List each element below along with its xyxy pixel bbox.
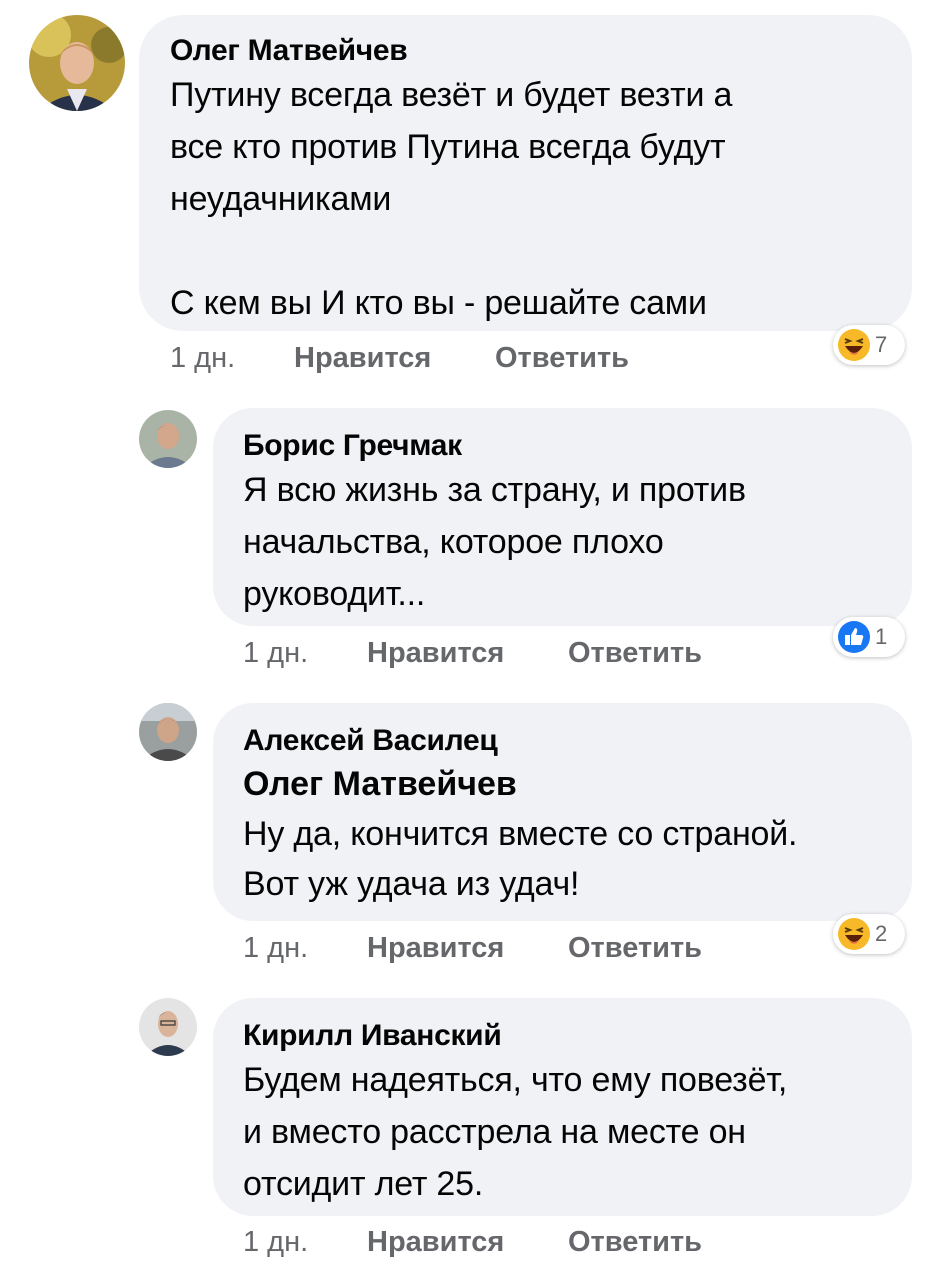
like-button[interactable]: Нравится [367,928,504,968]
comment-author[interactable]: Кирилл Иванский [243,1018,912,1054]
reply-button[interactable]: Ответить [568,1222,702,1262]
comment-author[interactable]: Алексей Василец [243,723,912,759]
haha-emoji-icon [838,329,870,361]
comment-text: Я всю жизнь за страну, и против начальст… [243,471,746,613]
reaction-badge[interactable]: 7 [833,325,905,365]
comment-actions: 1 дн. Нравится Ответить [243,633,803,673]
comment-text: Будем надеяться, что ему повезёт, и вмес… [243,1061,788,1203]
like-button[interactable]: Нравится [367,1222,504,1262]
avatar-photo-icon [139,410,197,468]
comment-time[interactable]: 1 дн. [243,1222,308,1262]
avatar-photo-icon [29,15,125,111]
comment-bubble: Кирилл Иванский Будем надеяться, что ему… [213,998,912,1216]
comment-author[interactable]: Олег Матвейчев [170,33,912,69]
avatar[interactable] [139,998,197,1056]
comment-actions: 1 дн. Нравится Ответить [243,928,803,968]
comment-bubble: Борис Гречмак Я всю жизнь за страну, и п… [213,408,912,626]
comment-bubble: Олег Матвейчев Путину всегда везёт и буд… [139,15,912,331]
comment-author[interactable]: Борис Гречмак [243,428,912,464]
comment-time[interactable]: 1 дн. [243,928,308,968]
reaction-count: 7 [875,332,888,357]
avatar[interactable] [139,410,197,468]
reaction-badge[interactable]: 2 [833,914,905,954]
comment-bubble: Алексей Василец Олег Матвейчев Ну да, ко… [213,703,912,921]
like-thumb-icon [838,621,870,653]
mention-tag[interactable]: Олег Матвейчев [243,759,912,809]
reply-button[interactable]: Ответить [568,633,702,673]
avatar-photo-icon [139,998,197,1056]
reaction-badge[interactable]: 1 [833,617,905,657]
comment-actions: 1 дн. Нравится Ответить [243,1222,803,1262]
reply-button[interactable]: Ответить [495,338,629,378]
like-button[interactable]: Нравится [367,633,504,673]
comment-text: Ну да, кончится вместе со страной. Вот у… [243,815,798,903]
avatar[interactable] [139,703,197,761]
comment-text: Путину всегда везёт и будет везти а все … [170,76,733,322]
reaction-count: 2 [875,921,888,946]
reaction-count: 1 [875,624,888,649]
haha-emoji-icon [838,918,870,950]
comment-time[interactable]: 1 дн. [170,338,235,378]
avatar[interactable] [29,15,125,111]
comment-time[interactable]: 1 дн. [243,633,308,673]
like-button[interactable]: Нравится [294,338,431,378]
comment-actions: 1 дн. Нравится Ответить [170,338,770,378]
avatar-photo-icon [139,703,197,761]
reply-button[interactable]: Ответить [568,928,702,968]
